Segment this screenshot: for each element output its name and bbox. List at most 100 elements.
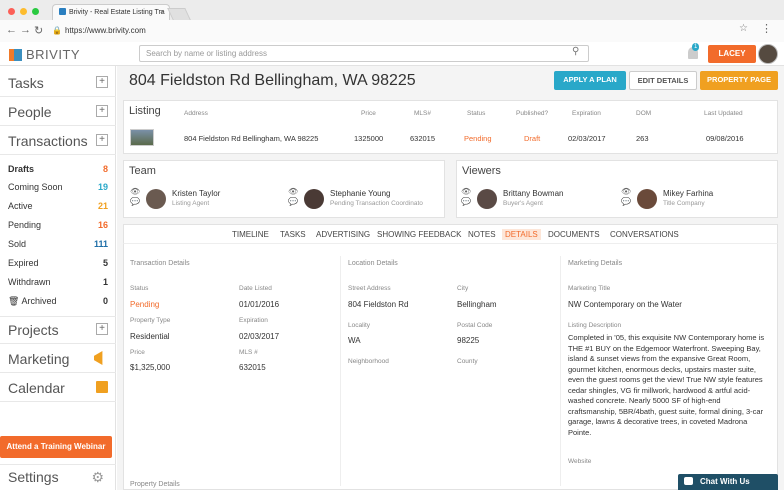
viewer-name: Brittany Bowman [503, 189, 564, 198]
bookmark-star-icon[interactable]: ☆ [739, 23, 748, 34]
eye-icon[interactable]: 👁 [288, 187, 298, 196]
tab-details[interactable]: DETAILS [502, 229, 541, 240]
edit-details-button[interactable]: EDIT DETAILS [629, 71, 697, 90]
eye-icon[interactable]: 👁 [461, 187, 471, 196]
sidebar-people[interactable]: People + [8, 101, 108, 123]
city-value: Bellingham [457, 300, 497, 309]
chat-icon[interactable]: 💬 [288, 197, 298, 206]
sidebar-transactions-label: Transactions [8, 133, 88, 149]
add-transaction-icon[interactable]: + [96, 134, 108, 146]
sidebar-projects[interactable]: Projects + [8, 319, 108, 341]
sidebar-calendar[interactable]: Calendar [8, 377, 108, 399]
divider [0, 372, 116, 373]
sidebar-settings[interactable]: Settings ⚙ [8, 466, 108, 488]
viewer-role: Buyer's Agent [503, 200, 543, 207]
postal-label: Postal Code [457, 322, 493, 329]
tab-documents[interactable]: DOCUMENTS [548, 230, 600, 239]
website-label: Website [568, 458, 592, 465]
chat-icon[interactable]: 💬 [621, 197, 631, 206]
divider [0, 96, 116, 97]
tab-tasks[interactable]: TASKS [280, 230, 306, 239]
eye-icon[interactable]: 👁 [130, 187, 140, 196]
property-page-button[interactable]: PROPERTY PAGE [700, 71, 778, 90]
price-label: Price [130, 349, 145, 356]
drafts-count: 8 [102, 164, 108, 174]
window-controls [8, 8, 39, 15]
browser-menu-icon[interactable]: ⋮ [761, 22, 772, 35]
close-window-button[interactable] [8, 8, 15, 15]
team-card: Team 👁 💬 Kristen Taylor Listing Agent 👁 💬 … [123, 160, 445, 218]
sidebar: Tasks + People + Transactions + Drafts 8 Com… [0, 66, 116, 490]
tab-timeline[interactable]: TIMELINE [232, 230, 269, 239]
divider [560, 256, 561, 486]
sidebar-transactions[interactable]: Transactions + [8, 130, 108, 152]
property-type-label: Property Type [130, 317, 171, 324]
app-header: BRIVITY ⚲ 1 LACEY [0, 42, 784, 66]
chat-icon[interactable]: 💬 [130, 197, 140, 206]
apply-plan-button[interactable]: APPLY A PLAN [554, 71, 626, 90]
dom-header: DOM [636, 110, 652, 117]
sidebar-projects-label: Projects [8, 322, 59, 338]
listing-expiration: 02/03/2017 [568, 134, 606, 143]
listing-status: Pending [464, 134, 492, 143]
viewer-name: Mikey Farhina [663, 189, 714, 198]
brivity-logo[interactable]: BRIVITY [9, 47, 80, 62]
avatar [304, 189, 324, 209]
divider [0, 401, 116, 402]
member-name: Stephanie Young [330, 189, 391, 198]
reload-icon[interactable]: ↻ [34, 24, 43, 37]
tab-title: Brivity - Real Estate Listing Tra [69, 9, 165, 16]
add-task-icon[interactable]: + [96, 76, 108, 88]
expiration-header: Expiration [572, 110, 601, 117]
close-tab-icon[interactable]: × [160, 5, 164, 20]
eye-icon[interactable]: 👁 [621, 187, 631, 196]
status-label: Status [130, 285, 149, 292]
member-role: Listing Agent [172, 200, 210, 207]
drafts-label: Drafts [8, 164, 35, 174]
user-menu-button[interactable]: LACEY [708, 45, 756, 63]
locality-value: WA [348, 336, 361, 345]
megaphone-icon [94, 351, 103, 365]
tab-showing-feedback[interactable]: SHOWING FEEDBACK [377, 230, 461, 239]
notification-count-badge: 1 [692, 43, 700, 51]
add-person-icon[interactable]: + [96, 105, 108, 117]
sidebar-marketing[interactable]: Marketing [8, 348, 108, 370]
back-icon[interactable]: ← [6, 24, 17, 36]
chat-icon[interactable]: 💬 [461, 197, 471, 206]
sidebar-item-active[interactable]: Active 21 [8, 199, 108, 213]
transaction-details-title: Transaction Details [130, 260, 190, 267]
tab-advertising[interactable]: ADVERTISING [316, 230, 370, 239]
sidebar-settings-label: Settings [8, 469, 59, 485]
sidebar-item-withdrawn[interactable]: Withdrawn 1 [8, 275, 108, 289]
tab-conversations[interactable]: CONVERSATIONS [610, 230, 679, 239]
user-avatar[interactable] [758, 44, 778, 64]
forward-icon[interactable]: → [20, 24, 31, 36]
sidebar-item-expired[interactable]: Expired 5 [8, 256, 108, 270]
street-label: Street Address [348, 285, 391, 292]
listing-address[interactable]: 804 Fieldston Rd Bellingham, WA 98225 [184, 134, 318, 143]
city-label: City [457, 285, 469, 292]
sidebar-item-coming-soon[interactable]: Coming Soon 19 [8, 180, 108, 194]
viewer-role: Title Company [663, 200, 705, 207]
zoom-window-button[interactable] [32, 8, 39, 15]
new-tab-button[interactable] [167, 8, 191, 20]
chat-with-us-button[interactable]: Chat With Us [678, 474, 778, 490]
tab-notes[interactable]: NOTES [468, 230, 496, 239]
search-input[interactable] [139, 45, 589, 62]
minimize-window-button[interactable] [20, 8, 27, 15]
sidebar-item-drafts[interactable]: Drafts 8 [8, 162, 108, 176]
browser-tab[interactable]: Brivity - Real Estate Listing Tra × [52, 4, 170, 20]
sidebar-tasks[interactable]: Tasks + [8, 72, 108, 94]
listing-thumbnail[interactable] [130, 129, 154, 146]
gear-icon[interactable]: ⚙ [91, 469, 104, 486]
url-field[interactable]: 🔒 https://www.brivity.com [52, 23, 752, 38]
sidebar-item-sold[interactable]: Sold 111 [8, 237, 108, 251]
search-icon[interactable]: ⚲ [572, 46, 579, 57]
add-project-icon[interactable]: + [96, 323, 108, 335]
sidebar-item-pending[interactable]: Pending 16 [8, 218, 108, 232]
listing-mls: 632015 [410, 134, 436, 143]
training-webinar-button[interactable]: Attend a Training Webinar [0, 436, 112, 458]
lock-icon: 🔒 [52, 26, 62, 35]
sidebar-item-archived[interactable]: 🗑 Archived 0 [8, 294, 108, 308]
listing-description-label: Listing Description [568, 322, 622, 329]
